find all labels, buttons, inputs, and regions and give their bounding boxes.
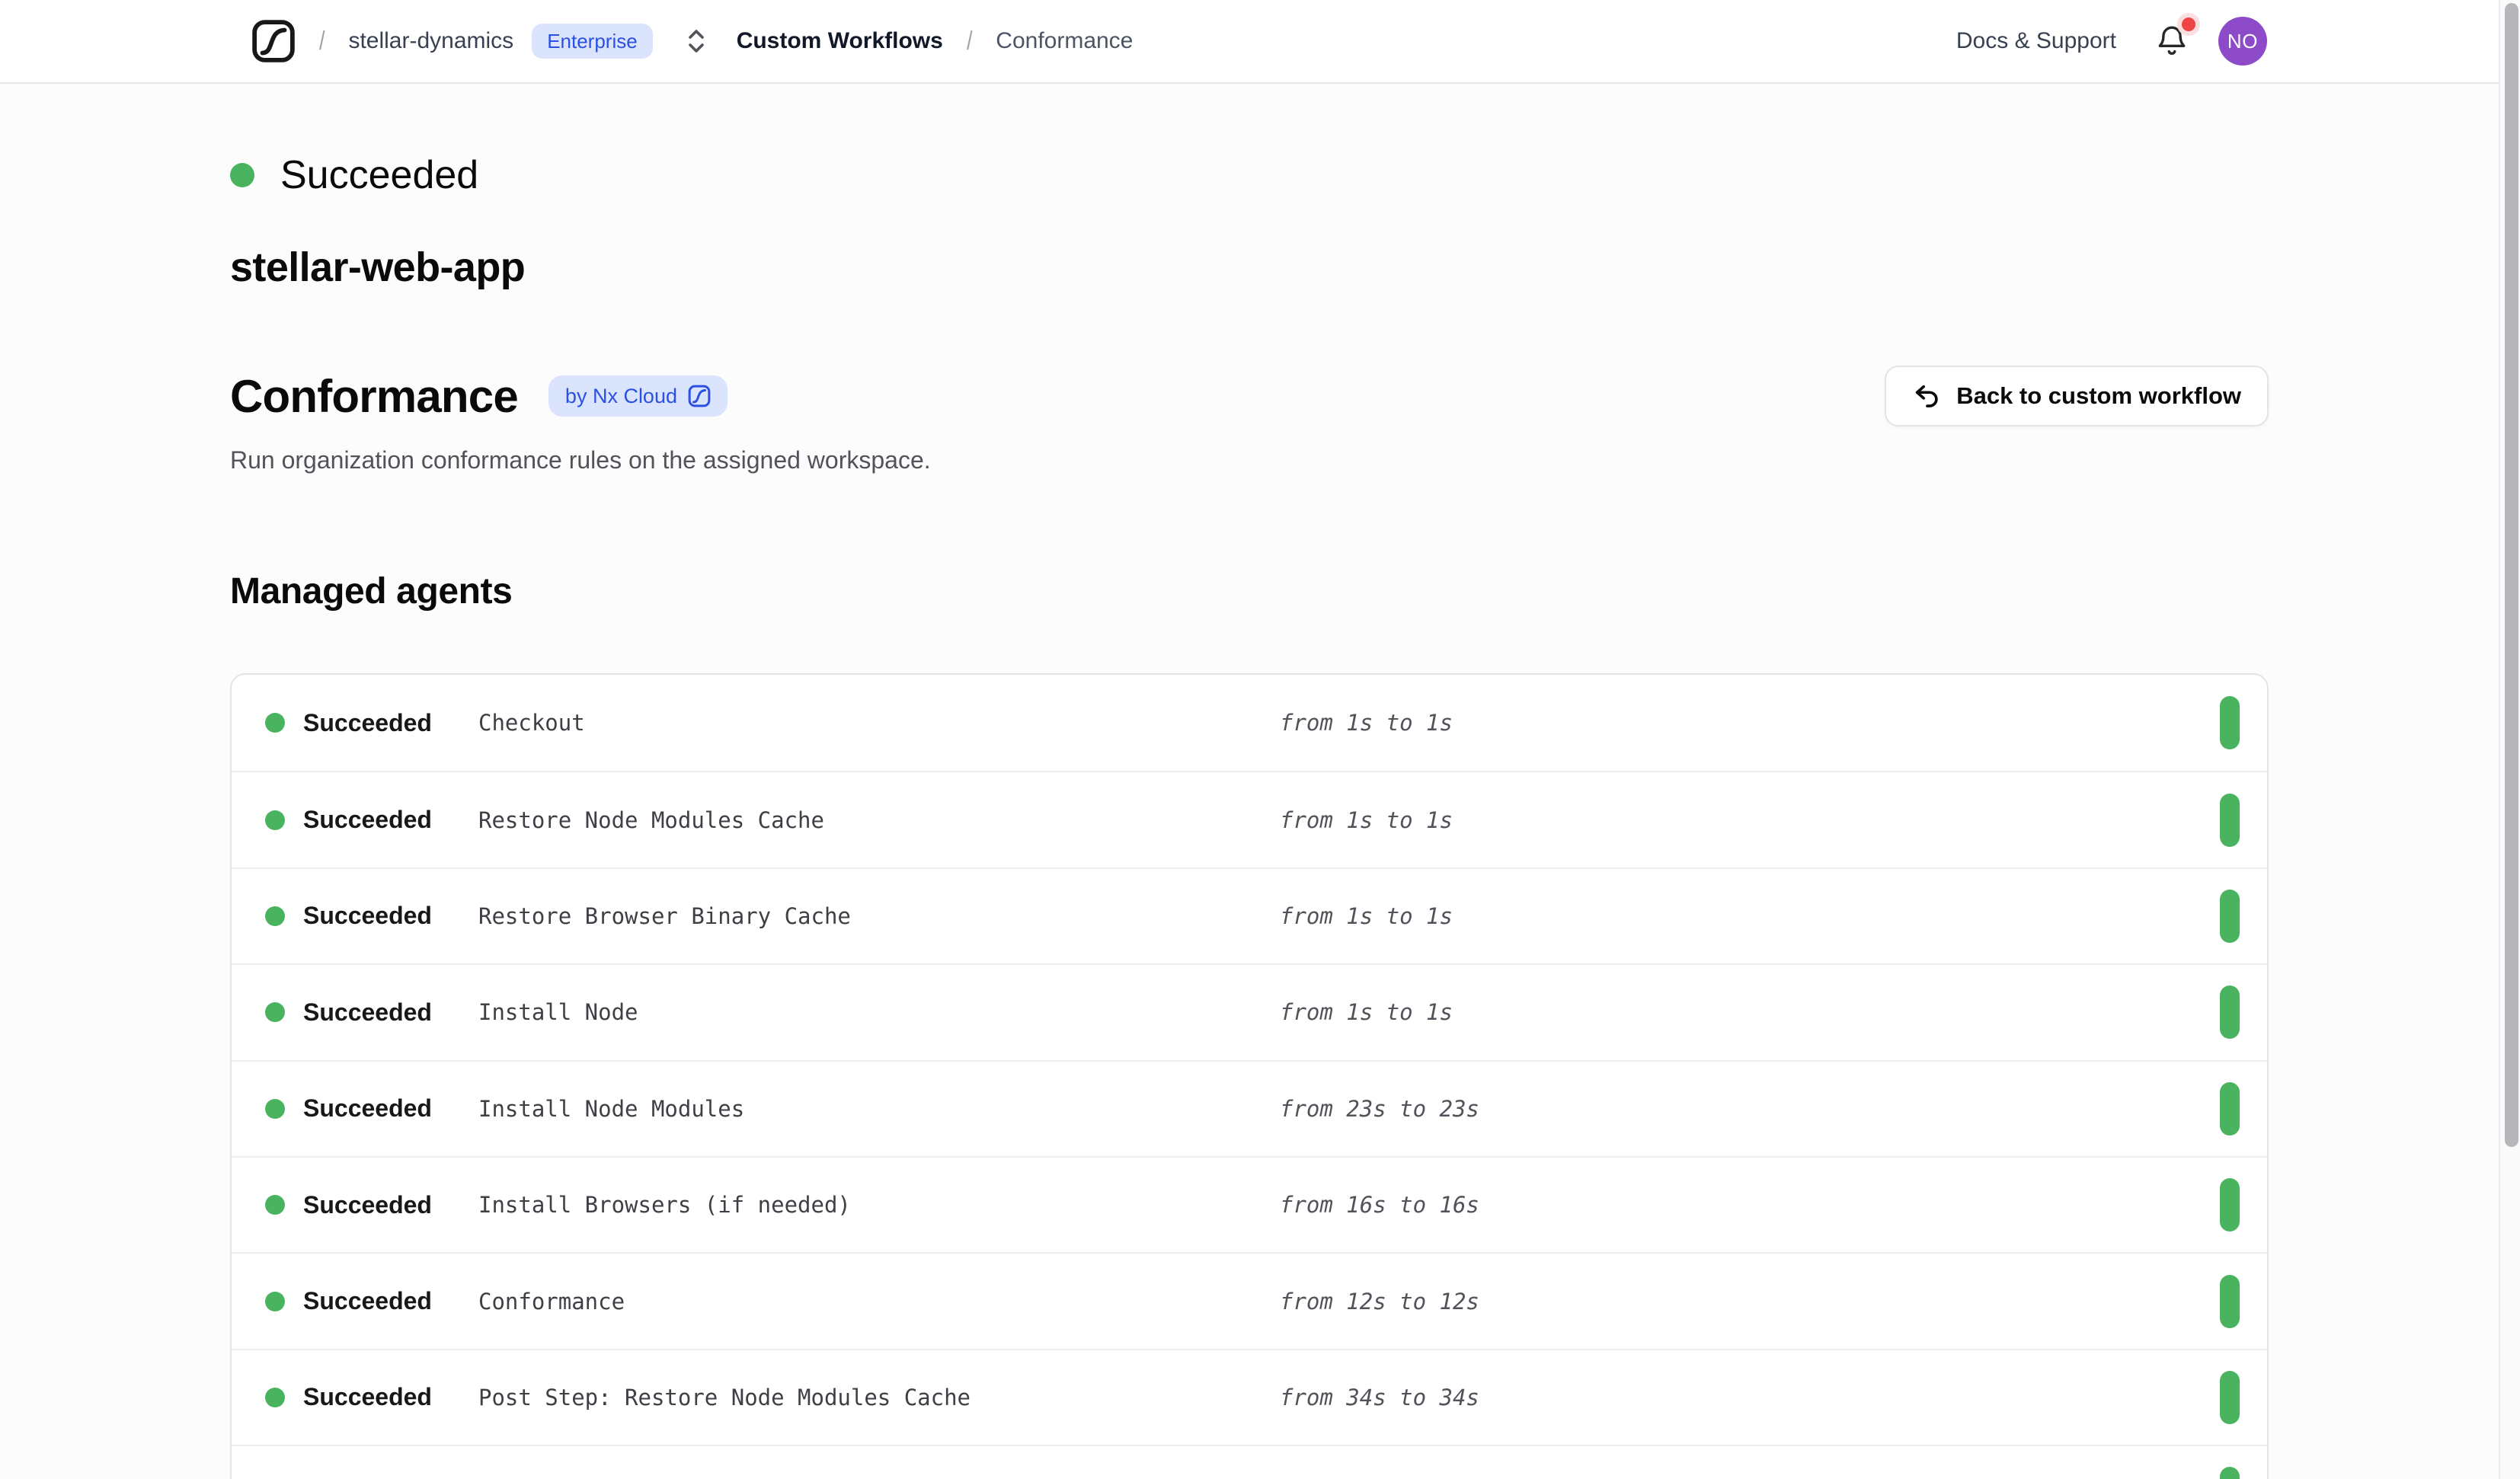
workspace-switcher-icon[interactable]	[686, 27, 706, 55]
app-window: / stellar-dynamics Enterprise Custom Wor…	[0, 0, 2520, 1479]
notifications-button[interactable]	[2156, 24, 2188, 59]
page-description: Run organization conformance rules on th…	[230, 446, 2269, 474]
step-duration-bar-icon	[2220, 794, 2240, 847]
agent-step-row[interactable]: Succeeded Post Step: Restore Browser Bin…	[232, 1445, 2267, 1479]
agent-step-row[interactable]: Succeeded Restore Browser Binary Cache f…	[232, 867, 2267, 963]
step-status-cell: Succeeded	[265, 1287, 478, 1315]
breadcrumb-page: Conformance	[996, 28, 1133, 54]
step-status-label: Succeeded	[303, 1191, 432, 1219]
step-duration: from 34s to 34s	[1280, 1385, 1479, 1410]
step-status-cell: Succeeded	[265, 806, 478, 834]
step-duration: from 1s to 1s	[1280, 999, 1453, 1025]
breadcrumb-org[interactable]: stellar-dynamics	[348, 28, 513, 54]
workspace-title: stellar-web-app	[230, 244, 2269, 291]
back-to-custom-workflow-button[interactable]: Back to custom workflow	[1885, 366, 2269, 426]
step-duration-bar-icon	[2220, 890, 2240, 943]
step-duration-bar-icon	[2220, 1467, 2240, 1479]
agent-step-row[interactable]: Succeeded Checkout from 1s to 1s	[232, 675, 2267, 771]
run-status: Succeeded	[230, 84, 2269, 198]
breadcrumb-separator: /	[319, 27, 325, 56]
step-status-cell: Succeeded	[265, 1383, 478, 1411]
page-title: Conformance	[230, 370, 518, 423]
managed-agents-heading: Managed agents	[230, 570, 2269, 612]
step-status-label: Succeeded	[303, 902, 432, 930]
by-nx-cloud-label: by Nx Cloud	[565, 386, 677, 407]
step-duration: from 23s to 23s	[1280, 1096, 1479, 1122]
back-button-label: Back to custom workflow	[1956, 382, 2241, 410]
scrollbar-thumb[interactable]	[2505, 3, 2518, 1147]
agent-step-row[interactable]: Succeeded Restore Node Modules Cache fro…	[232, 771, 2267, 867]
step-name: Post Step: Restore Node Modules Cache	[478, 1385, 1280, 1410]
status-dot-icon	[265, 1002, 285, 1022]
docs-support-link[interactable]: Docs & Support	[1956, 28, 2116, 54]
status-dot-icon	[265, 810, 285, 830]
step-status-cell: Succeeded	[265, 998, 478, 1027]
step-status-cell: Succeeded	[265, 709, 478, 737]
run-status-label: Succeeded	[280, 152, 478, 198]
by-nx-cloud-badge: by Nx Cloud	[548, 375, 728, 417]
agent-step-row[interactable]: Succeeded Install Node from 1s to 1s	[232, 963, 2267, 1059]
notification-badge-icon	[2182, 18, 2195, 31]
status-dot-icon	[230, 163, 254, 187]
step-name: Restore Node Modules Cache	[478, 807, 1280, 833]
top-nav: / stellar-dynamics Enterprise Custom Wor…	[0, 0, 2520, 84]
breadcrumb-custom-workflows[interactable]: Custom Workflows	[737, 28, 943, 54]
status-dot-icon	[265, 1099, 285, 1119]
step-duration: from 1s to 1s	[1280, 903, 1453, 929]
scrollbar-track	[2499, 0, 2520, 1479]
step-duration: from 1s to 1s	[1280, 710, 1453, 736]
step-status-label: Succeeded	[303, 1094, 432, 1123]
nx-cloud-logo-icon[interactable]	[251, 19, 296, 63]
enterprise-badge: Enterprise	[532, 24, 653, 59]
step-duration-bar-icon	[2220, 1371, 2240, 1424]
agent-step-row[interactable]: Succeeded Install Node Modules from 23s …	[232, 1060, 2267, 1156]
step-status-label: Succeeded	[303, 998, 432, 1027]
nav-actions: Docs & Support NO	[1956, 17, 2267, 65]
agent-step-row[interactable]: Succeeded Install Browsers (if needed) f…	[232, 1156, 2267, 1252]
status-dot-icon	[265, 906, 285, 926]
step-name: Conformance	[478, 1289, 1280, 1314]
step-status-label: Succeeded	[303, 1383, 432, 1411]
managed-agents-list: Succeeded Checkout from 1s to 1s Succeed…	[230, 673, 2269, 1479]
agent-step-row[interactable]: Succeeded Conformance from 12s to 12s	[232, 1252, 2267, 1348]
status-dot-icon	[265, 1292, 285, 1311]
status-dot-icon	[265, 713, 285, 733]
main-content: Succeeded stellar-web-app Conformance by…	[230, 84, 2269, 1479]
nx-cloud-mini-logo-icon	[688, 385, 711, 407]
breadcrumb: / stellar-dynamics Enterprise Custom Wor…	[251, 19, 1133, 63]
step-duration: from 12s to 12s	[1280, 1289, 1479, 1314]
status-dot-icon	[265, 1195, 285, 1215]
breadcrumb-separator: /	[967, 27, 973, 56]
step-duration-bar-icon	[2220, 1275, 2240, 1328]
step-name: Install Browsers (if needed)	[478, 1192, 1280, 1218]
undo-arrow-icon	[1912, 382, 1941, 410]
step-name: Checkout	[478, 710, 1280, 736]
step-name: Install Node Modules	[478, 1096, 1280, 1122]
agent-step-row[interactable]: Succeeded Post Step: Restore Node Module…	[232, 1349, 2267, 1445]
status-dot-icon	[265, 1388, 285, 1407]
step-name: Install Node	[478, 999, 1280, 1025]
step-status-cell: Succeeded	[265, 902, 478, 930]
step-duration-bar-icon	[2220, 1178, 2240, 1231]
step-duration: from 16s to 16s	[1280, 1192, 1479, 1218]
step-status-cell: Succeeded	[265, 1191, 478, 1219]
step-duration-bar-icon	[2220, 696, 2240, 749]
step-duration: from 1s to 1s	[1280, 807, 1453, 833]
user-avatar[interactable]: NO	[2218, 17, 2267, 65]
conformance-header: Conformance by Nx Cloud Back to custom w…	[230, 366, 2269, 426]
step-status-label: Succeeded	[303, 806, 432, 834]
step-status-cell: Succeeded	[265, 1094, 478, 1123]
step-name: Restore Browser Binary Cache	[478, 903, 1280, 929]
step-status-label: Succeeded	[303, 1287, 432, 1315]
step-duration-bar-icon	[2220, 985, 2240, 1039]
step-status-label: Succeeded	[303, 709, 432, 737]
step-duration-bar-icon	[2220, 1082, 2240, 1136]
